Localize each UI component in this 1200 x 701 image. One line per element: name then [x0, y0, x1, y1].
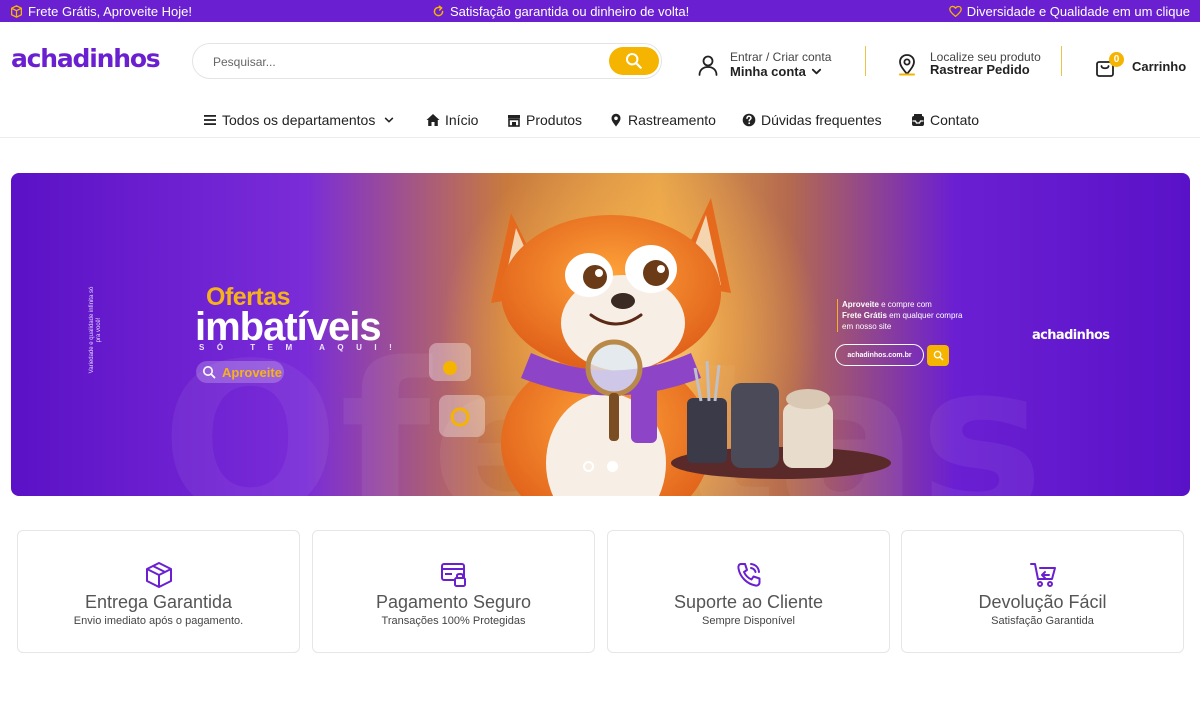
- feature-subtitle: Sempre Disponível: [702, 615, 795, 627]
- cart-count-badge: 0: [1109, 52, 1124, 67]
- promo-bold-1: Aproveite: [842, 300, 879, 309]
- promo-diversity-text: Diversidade e Qualidade em um clique: [966, 3, 1190, 19]
- feature-title: Entrega Garantida: [84, 592, 233, 612]
- promo-bold-2: Frete Grátis: [842, 311, 887, 320]
- nav-all-departments-label: Todos os departamentos: [222, 112, 376, 128]
- banner-side-text: Variedade e qualidade infinita só pra vo…: [81, 287, 102, 374]
- site-logo[interactable]: achadinhos: [11, 44, 161, 73]
- nav-home-label: Início: [445, 112, 479, 128]
- feature-subtitle: Transações 100% Protegidas: [381, 615, 526, 627]
- promo-satisfaction-text: Satisfação garantida ou dinheiro de volt…: [450, 3, 690, 19]
- phone-support-icon: [737, 563, 761, 587]
- store-icon: [508, 115, 520, 127]
- banner-logo: achadinhos: [1032, 328, 1110, 343]
- nav-faq-label: Dúvidas frequentes: [761, 112, 882, 128]
- feature-card-support: Suporte ao Cliente Sempre Disponível: [607, 530, 890, 653]
- cart-return-icon: [1030, 563, 1056, 587]
- location-pin-icon: [899, 54, 915, 76]
- account-title-text: Minha conta: [730, 64, 806, 79]
- nav-all-departments[interactable]: Todos os departamentos: [203, 110, 395, 130]
- carousel-dots: [583, 461, 623, 473]
- inbox-icon: [912, 114, 924, 126]
- nav-home[interactable]: Início: [426, 110, 478, 130]
- search-button[interactable]: [609, 47, 659, 75]
- top-promo-bar: Frete Grátis, Aproveite Hoje! Satisfação…: [0, 0, 1200, 22]
- account-login-label: Entrar / Criar conta: [730, 50, 832, 64]
- feature-card-payment: Pagamento Seguro Transações 100% Protegi…: [312, 530, 595, 653]
- chevron-down-icon: [811, 68, 821, 75]
- feature-title: Devolução Fácil: [978, 592, 1107, 612]
- search-input[interactable]: [213, 52, 603, 72]
- nav-faq[interactable]: Dúvidas frequentes: [742, 110, 882, 130]
- banner-promo-text: Aproveite e compre com Frete Grátis em q…: [837, 299, 967, 332]
- banner-search-button: [927, 345, 949, 366]
- search-bar: [192, 43, 662, 79]
- banner-aproveite-label: Aproveite: [222, 364, 282, 380]
- account-title: Minha conta: [730, 64, 822, 79]
- hero-banner[interactable]: Ofertas: [11, 173, 1190, 496]
- feature-card-delivery: Entrega Garantida Envio imediato após o …: [17, 530, 300, 653]
- header-divider: [1061, 46, 1062, 76]
- feature-subtitle: Satisfação Garantida: [991, 615, 1094, 627]
- site-header: achadinhos Entrar / Criar conta Minha co…: [0, 22, 1200, 102]
- home-icon: [426, 114, 440, 126]
- header-divider: [865, 46, 866, 76]
- box-icon: [146, 562, 172, 588]
- banner-aproveite-pill[interactable]: Aproveite: [196, 361, 284, 383]
- nav-contact-label: Contato: [930, 112, 980, 128]
- menu-icon: [204, 115, 216, 125]
- secure-payment-icon: [441, 563, 466, 587]
- heart-icon: [948, 5, 962, 17]
- track-order-title: Rastrear Pedido: [930, 62, 1030, 77]
- feature-subtitle: Envio imediato após o pagamento.: [73, 615, 244, 627]
- promo-satisfaction: Satisfação garantida ou dinheiro de volt…: [432, 0, 689, 22]
- chevron-down-icon: [385, 117, 394, 123]
- cart-button[interactable]: 0 Carrinho: [1094, 52, 1194, 80]
- feature-card-returns: Devolução Fácil Satisfação Garantida: [901, 530, 1184, 653]
- package-icon: [10, 4, 23, 18]
- promo-free-shipping: Frete Grátis, Aproveite Hoje!: [10, 0, 192, 22]
- user-icon: [698, 55, 718, 76]
- nav-tracking[interactable]: Rastreamento: [609, 110, 716, 130]
- carousel-dot-1[interactable]: [583, 461, 594, 472]
- main-nav: Todos os departamentos Início Produtos R…: [0, 102, 1200, 138]
- question-icon: [742, 113, 756, 127]
- search-icon: [933, 350, 943, 361]
- search-icon: [203, 366, 216, 379]
- refresh-icon: [433, 4, 444, 16]
- promo-text-1: e compre com: [878, 300, 932, 309]
- promo-diversity: Diversidade e Qualidade em um clique: [948, 0, 1190, 22]
- feature-title: Suporte ao Cliente: [673, 592, 824, 612]
- nav-products[interactable]: Produtos: [507, 110, 582, 130]
- nav-products-label: Produtos: [526, 112, 583, 128]
- promo-free-shipping-text: Frete Grátis, Aproveite Hoje!: [28, 3, 193, 19]
- search-icon: [625, 52, 642, 69]
- banner-artwork: Ofertas: [11, 173, 1190, 496]
- location-pin-icon: [611, 113, 621, 127]
- nav-tracking-label: Rastreamento: [628, 112, 716, 128]
- banner-side-text-label: Variedade e qualidade infinita só pra vo…: [89, 286, 102, 374]
- banner-url-pill: achadinhos.com.br: [835, 344, 924, 366]
- nav-contact[interactable]: Contato: [911, 110, 979, 130]
- feature-title: Pagamento Seguro: [375, 592, 532, 612]
- carousel-dot-2[interactable]: [607, 461, 618, 472]
- banner-headline-3: SÓ TEM AQUI!: [199, 343, 405, 352]
- cart-label: Carrinho: [1132, 59, 1187, 74]
